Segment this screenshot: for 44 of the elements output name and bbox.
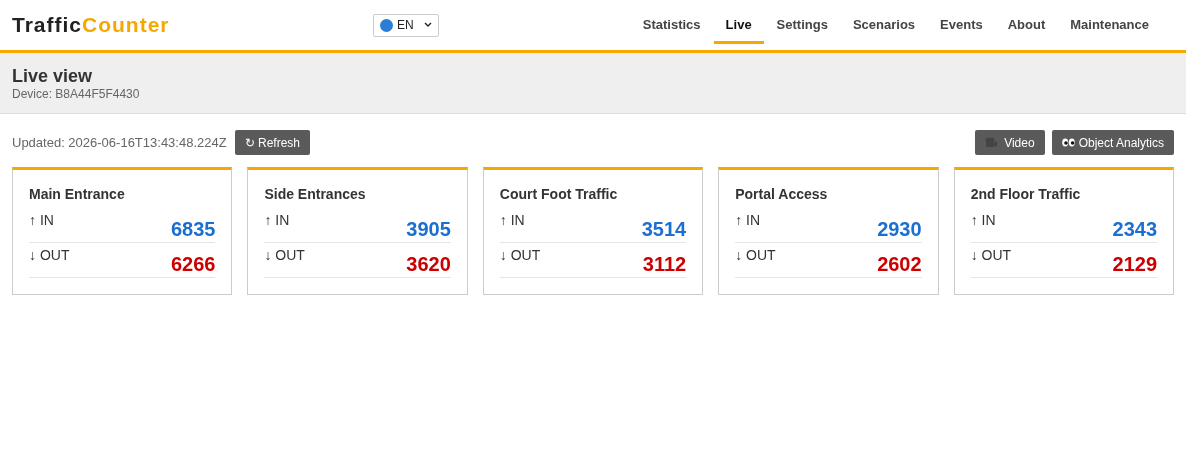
in-count: 2343 [1112, 217, 1158, 242]
out-count: 2602 [877, 252, 922, 277]
in-count: 3514 [641, 217, 687, 242]
in-count: 2930 [877, 217, 922, 242]
count-label: ↓ OUT [264, 246, 305, 265]
device-id: Device: B8A44F5F4430 [12, 87, 141, 101]
count-label: ↓ OUT [735, 246, 776, 265]
card-title: Main Entrance [29, 185, 126, 204]
count-label: ↓ OUT [29, 246, 70, 265]
card-title: 2nd Floor Traffic [970, 185, 1082, 204]
count-label: ↑ IN [264, 211, 290, 230]
refresh-button[interactable]: ↻ Refresh [234, 130, 311, 155]
language-select[interactable]: EN [373, 13, 439, 37]
out-count: 3620 [406, 252, 451, 277]
nav-tab[interactable]: Settings [764, 6, 840, 44]
count-label: ↑ IN [499, 211, 525, 230]
video-button[interactable]: Video [975, 130, 1045, 155]
nav-tab[interactable]: Maintenance [1058, 6, 1161, 44]
nav-tab[interactable]: About [995, 6, 1058, 44]
page-title: Live view [12, 65, 94, 87]
card-title: Portal Access [735, 185, 829, 204]
globe-icon [380, 18, 393, 32]
count-label: ↑ IN [970, 211, 996, 230]
in-count: 6835 [170, 217, 216, 242]
nav-tab[interactable]: Statistics [630, 6, 713, 44]
brand-logo: Traffic [12, 13, 83, 37]
count-label: ↑ IN [29, 211, 54, 230]
card-title: Court Foot Traffic [499, 185, 619, 204]
eyes-icon [1061, 138, 1075, 147]
brand-logo-accent: Counter [82, 13, 170, 37]
card-title: Side Entrances [264, 185, 367, 204]
nav-tab[interactable]: Live [713, 6, 764, 44]
count-label: ↓ OUT [970, 246, 1012, 265]
count-label: ↓ OUT [499, 246, 541, 265]
chevron-down-icon [423, 22, 432, 28]
nav-tab[interactable]: Scenarios [840, 6, 928, 44]
updated-timestamp: Updated: 2026-06-16T13:43:48.224Z [12, 133, 227, 152]
out-count: 3112 [642, 252, 687, 277]
out-count: 2129 [1112, 252, 1158, 277]
out-count: 6266 [170, 252, 216, 277]
in-count: 3905 [406, 217, 451, 242]
count-label: ↑ IN [735, 211, 761, 230]
nav-tab[interactable]: Events [928, 6, 995, 44]
object-analytics-button[interactable]: Object Analytics [1051, 130, 1174, 155]
